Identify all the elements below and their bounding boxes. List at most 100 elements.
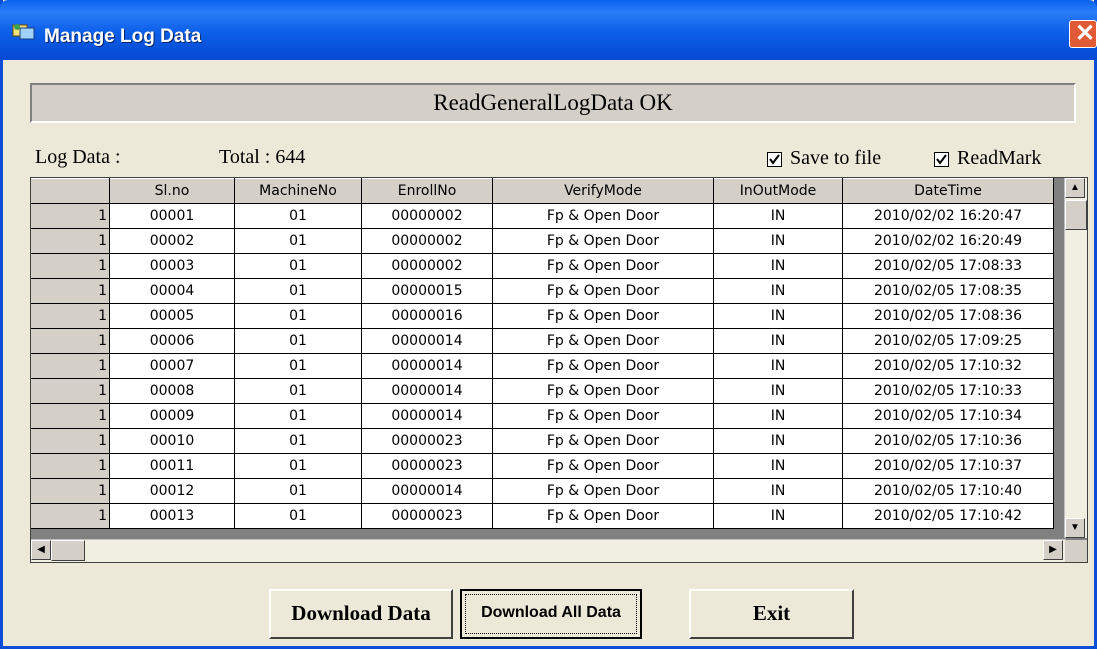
machineno-cell[interactable]: 01 [234,478,362,504]
datetime-cell[interactable]: 2010/02/05 17:10:33 [842,378,1054,404]
datetime-cell[interactable]: 2010/02/05 17:10:37 [842,453,1054,479]
slno-cell[interactable]: 00001 [109,203,235,229]
inoutmode-cell[interactable]: IN [713,478,843,504]
datetime-cell[interactable]: 2010/02/05 17:10:36 [842,428,1054,454]
verifymode-cell[interactable]: Fp & Open Door [492,278,714,304]
row-marker[interactable]: 1 [31,328,110,354]
verifymode-cell[interactable]: Fp & Open Door [492,328,714,354]
vertical-scrollbar[interactable]: ▲ ▼ [1064,178,1087,538]
verifymode-cell[interactable]: Fp & Open Door [492,203,714,229]
enrollno-cell[interactable]: 00000014 [361,328,493,354]
scroll-left-button[interactable]: ◀ [31,540,51,560]
title-bar[interactable]: Manage Log Data ✕ [0,0,1097,60]
verifymode-cell[interactable]: Fp & Open Door [492,378,714,404]
slno-cell[interactable]: 00012 [109,478,235,504]
row-marker[interactable]: 1 [31,478,110,504]
machineno-cell[interactable]: 01 [234,253,362,279]
verifymode-cell[interactable]: Fp & Open Door [492,253,714,279]
machineno-cell[interactable]: 01 [234,228,362,254]
checkbox-box[interactable] [934,152,949,167]
table-row[interactable]: 1 00003 01 00000002 Fp & Open Door IN 2010/02/… [31,253,1054,279]
machineno-cell[interactable]: 01 [234,278,362,304]
horizontal-scroll-thumb[interactable] [51,540,85,561]
enrollno-cell[interactable]: 00000002 [361,253,493,279]
datetime-cell[interactable]: 2010/02/05 17:10:42 [842,503,1054,529]
datetime-cell[interactable]: 2010/02/05 17:10:40 [842,478,1054,504]
table-row[interactable]: 1 00010 01 00000023 Fp & Open Door IN 2010/02/… [31,428,1054,454]
scroll-down-button[interactable]: ▼ [1065,518,1085,538]
row-marker[interactable]: 1 [31,278,110,304]
row-marker[interactable]: 1 [31,203,110,229]
column-header-verifymode[interactable]: VerifyMode [492,178,714,204]
scroll-up-button[interactable]: ▲ [1065,178,1085,198]
enrollno-cell[interactable]: 00000023 [361,428,493,454]
slno-cell[interactable]: 00011 [109,453,235,479]
table-row[interactable]: 1 00012 01 00000014 Fp & Open Door IN 2010/02/… [31,478,1054,504]
slno-cell[interactable]: 00008 [109,378,235,404]
exit-button[interactable]: Exit [689,589,854,639]
slno-cell[interactable]: 00006 [109,328,235,354]
verifymode-cell[interactable]: Fp & Open Door [492,228,714,254]
table-row[interactable]: 1 00013 01 00000023 Fp & Open Door IN 2010/02/… [31,503,1054,529]
machineno-cell[interactable]: 01 [234,503,362,529]
log-data-grid[interactable]: Sl.no MachineNo EnrollNo VerifyMode InOu… [30,177,1088,563]
row-marker[interactable]: 1 [31,253,110,279]
machineno-cell[interactable]: 01 [234,403,362,429]
row-marker[interactable]: 1 [31,403,110,429]
slno-cell[interactable]: 00003 [109,253,235,279]
datetime-cell[interactable]: 2010/02/05 17:10:34 [842,403,1054,429]
datetime-cell[interactable]: 2010/02/05 17:08:33 [842,253,1054,279]
enrollno-cell[interactable]: 00000023 [361,503,493,529]
verifymode-cell[interactable]: Fp & Open Door [492,403,714,429]
table-row[interactable]: 1 00004 01 00000015 Fp & Open Door IN 2010/02/… [31,278,1054,304]
table-row[interactable]: 1 00008 01 00000014 Fp & Open Door IN 2010/02/… [31,378,1054,404]
table-row[interactable]: 1 00006 01 00000014 Fp & Open Door IN 2010/02/… [31,328,1054,354]
inoutmode-cell[interactable]: IN [713,203,843,229]
machineno-cell[interactable]: 01 [234,203,362,229]
datetime-cell[interactable]: 2010/02/05 17:10:32 [842,353,1054,379]
inoutmode-cell[interactable]: IN [713,353,843,379]
table-row[interactable]: 1 00005 01 00000016 Fp & Open Door IN 2010/02/… [31,303,1054,329]
machineno-cell[interactable]: 01 [234,328,362,354]
row-marker[interactable]: 1 [31,428,110,454]
inoutmode-cell[interactable]: IN [713,428,843,454]
verifymode-cell[interactable]: Fp & Open Door [492,503,714,529]
row-marker[interactable]: 1 [31,303,110,329]
row-marker[interactable]: 1 [31,228,110,254]
column-header-datetime[interactable]: DateTime [842,178,1054,204]
inoutmode-cell[interactable]: IN [713,278,843,304]
datetime-cell[interactable]: 2010/02/02 16:20:47 [842,203,1054,229]
slno-cell[interactable]: 00010 [109,428,235,454]
inoutmode-cell[interactable]: IN [713,328,843,354]
table-row[interactable]: 1 00011 01 00000023 Fp & Open Door IN 2010/02/… [31,453,1054,479]
machineno-cell[interactable]: 01 [234,378,362,404]
slno-cell[interactable]: 00007 [109,353,235,379]
row-marker[interactable]: 1 [31,503,110,529]
verifymode-cell[interactable]: Fp & Open Door [492,353,714,379]
machineno-cell[interactable]: 01 [234,303,362,329]
verifymode-cell[interactable]: Fp & Open Door [492,478,714,504]
enrollno-cell[interactable]: 00000014 [361,353,493,379]
download-data-button[interactable]: Download Data [269,589,453,639]
table-row[interactable]: 1 00002 01 00000002 Fp & Open Door IN 2010/02/… [31,228,1054,254]
column-header-inoutmode[interactable]: InOutMode [713,178,843,204]
enrollno-cell[interactable]: 00000014 [361,378,493,404]
column-header-slno[interactable]: Sl.no [109,178,235,204]
close-button[interactable]: ✕ [1069,20,1097,48]
verifymode-cell[interactable]: Fp & Open Door [492,428,714,454]
table-row[interactable]: 1 00001 01 00000002 Fp & Open Door IN 2010/02/… [31,203,1054,229]
scroll-right-button[interactable]: ▶ [1043,540,1063,560]
row-marker[interactable]: 1 [31,453,110,479]
inoutmode-cell[interactable]: IN [713,253,843,279]
enrollno-cell[interactable]: 00000023 [361,453,493,479]
enrollno-cell[interactable]: 00000002 [361,203,493,229]
inoutmode-cell[interactable]: IN [713,403,843,429]
vertical-scroll-thumb[interactable] [1065,200,1087,230]
slno-cell[interactable]: 00002 [109,228,235,254]
table-row[interactable]: 1 00007 01 00000014 Fp & Open Door IN 2010/02/… [31,353,1054,379]
row-marker[interactable]: 1 [31,378,110,404]
datetime-cell[interactable]: 2010/02/05 17:09:25 [842,328,1054,354]
verifymode-cell[interactable]: Fp & Open Door [492,303,714,329]
slno-cell[interactable]: 00004 [109,278,235,304]
machineno-cell[interactable]: 01 [234,353,362,379]
